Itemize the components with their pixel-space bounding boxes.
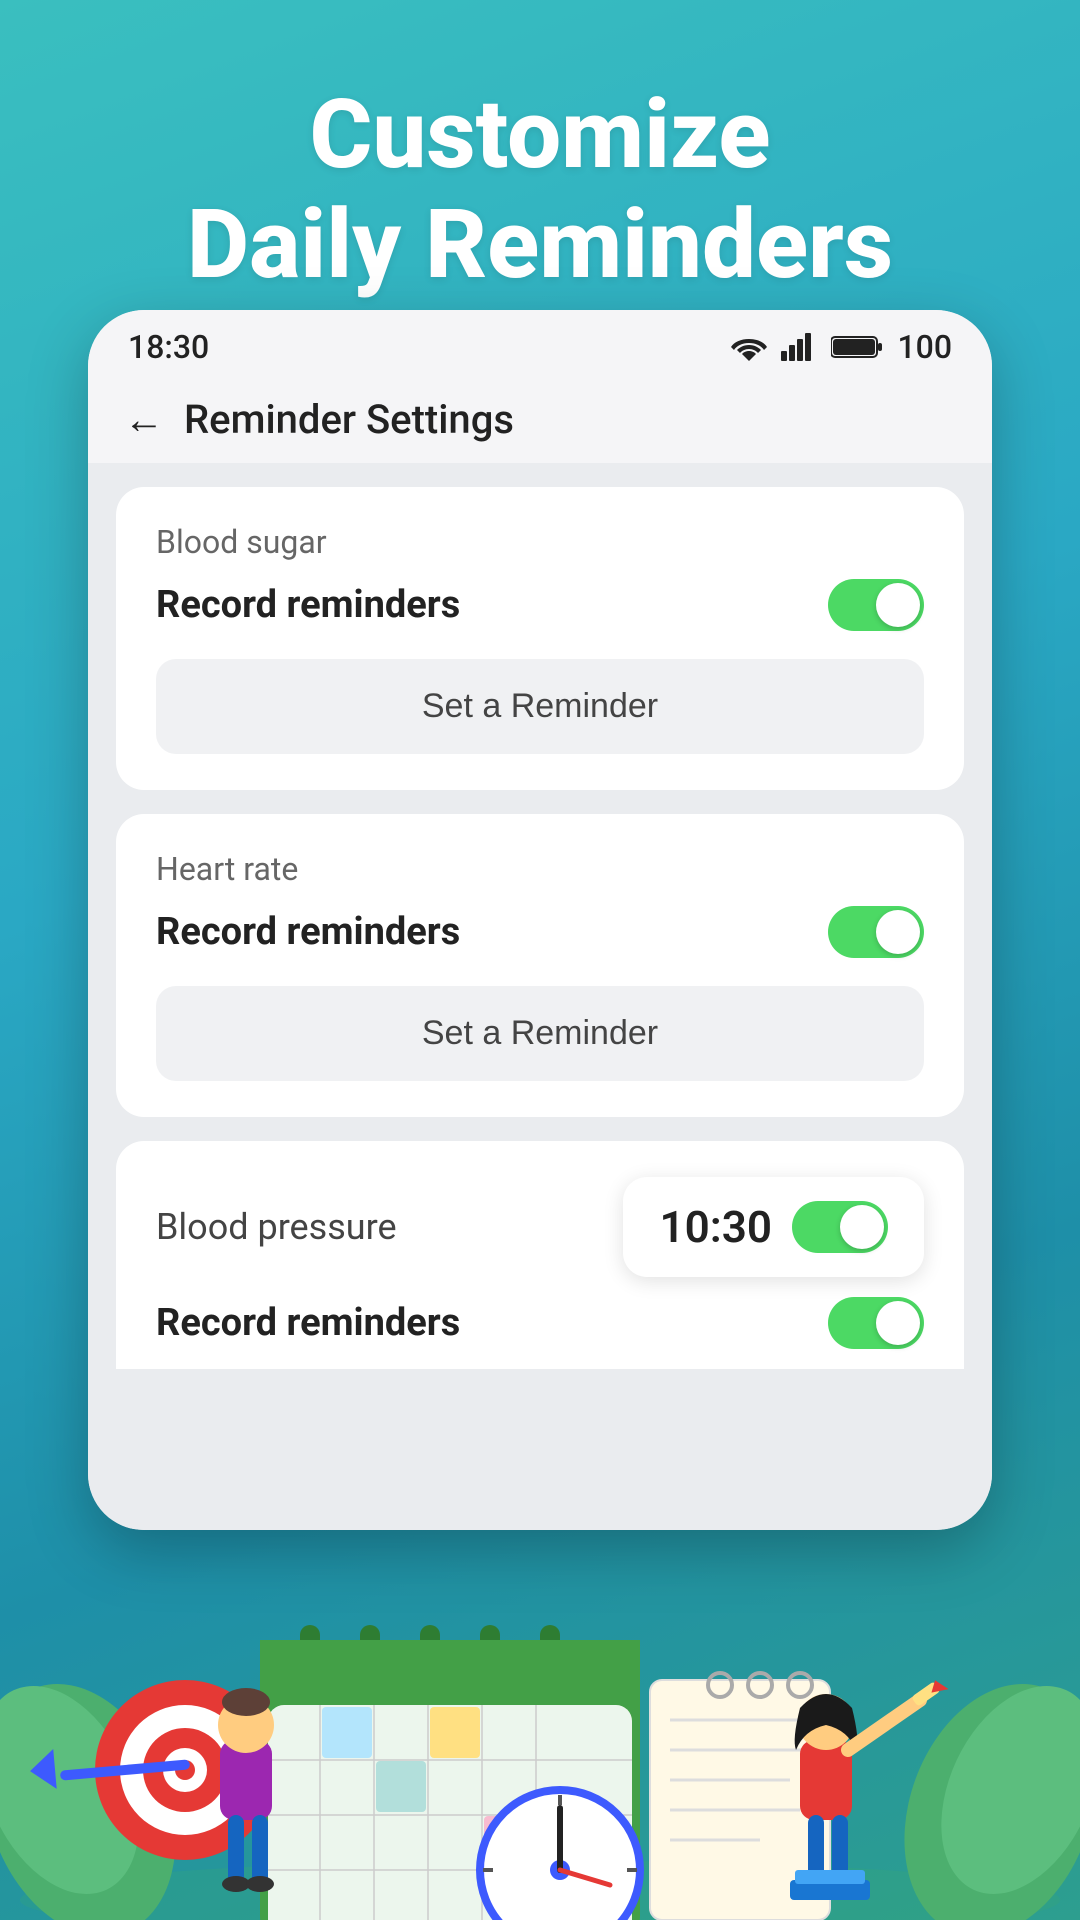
phone-frame: 18:30 100 ← R (88, 310, 992, 1530)
hero-section: Customize Daily Reminders (0, 0, 1080, 341)
blood-pressure-toggle-row: Record reminders (156, 1297, 924, 1349)
heart-rate-toggle[interactable] (828, 906, 924, 958)
heart-rate-record-label: Record reminders (156, 910, 460, 954)
status-bar: 18:30 100 (88, 310, 992, 376)
blood-sugar-toggle-row: Record reminders (156, 579, 924, 631)
status-icons: 100 (731, 328, 952, 366)
hero-line2: Daily Reminders (187, 189, 893, 301)
blood-pressure-toggle[interactable] (828, 1297, 924, 1349)
heart-rate-toggle-row: Record reminders (156, 906, 924, 958)
illustration-svg (0, 1440, 1080, 1920)
nav-bar: ← Reminder Settings (88, 376, 992, 463)
blood-pressure-top-row: Blood pressure 10:30 (156, 1177, 924, 1277)
content-area: Blood sugar Record reminders Set a Remin… (88, 463, 992, 1530)
blood-sugar-card: Blood sugar Record reminders Set a Remin… (116, 487, 964, 790)
signal-icon (781, 333, 817, 361)
battery-icon (831, 333, 883, 361)
blood-pressure-label: Blood pressure (156, 1206, 397, 1248)
heart-rate-label: Heart rate (156, 850, 924, 888)
reminder-time: 10:30 (659, 1201, 772, 1253)
battery-level: 100 (897, 328, 952, 366)
time-display: 18:30 (128, 328, 209, 366)
blood-sugar-record-label: Record reminders (156, 583, 460, 627)
time-badge: 10:30 (623, 1177, 924, 1277)
blood-pressure-card-partial: Blood pressure 10:30 Record reminders (116, 1141, 964, 1369)
heart-rate-card: Heart rate Record reminders Set a Remind… (116, 814, 964, 1117)
blood-sugar-label: Blood sugar (156, 523, 924, 561)
blood-pressure-record-label: Record reminders (156, 1301, 460, 1345)
back-button[interactable]: ← (124, 396, 164, 443)
time-badge-toggle[interactable] (792, 1201, 888, 1253)
blood-sugar-toggle[interactable] (828, 579, 924, 631)
blood-sugar-set-reminder-button[interactable]: Set a Reminder (156, 659, 924, 754)
hero-line1: Customize (309, 79, 770, 191)
heart-rate-set-reminder-button[interactable]: Set a Reminder (156, 986, 924, 1081)
page-title: Reminder Settings (184, 396, 514, 443)
illustration-area (0, 1440, 1080, 1920)
wifi-icon (731, 333, 767, 361)
